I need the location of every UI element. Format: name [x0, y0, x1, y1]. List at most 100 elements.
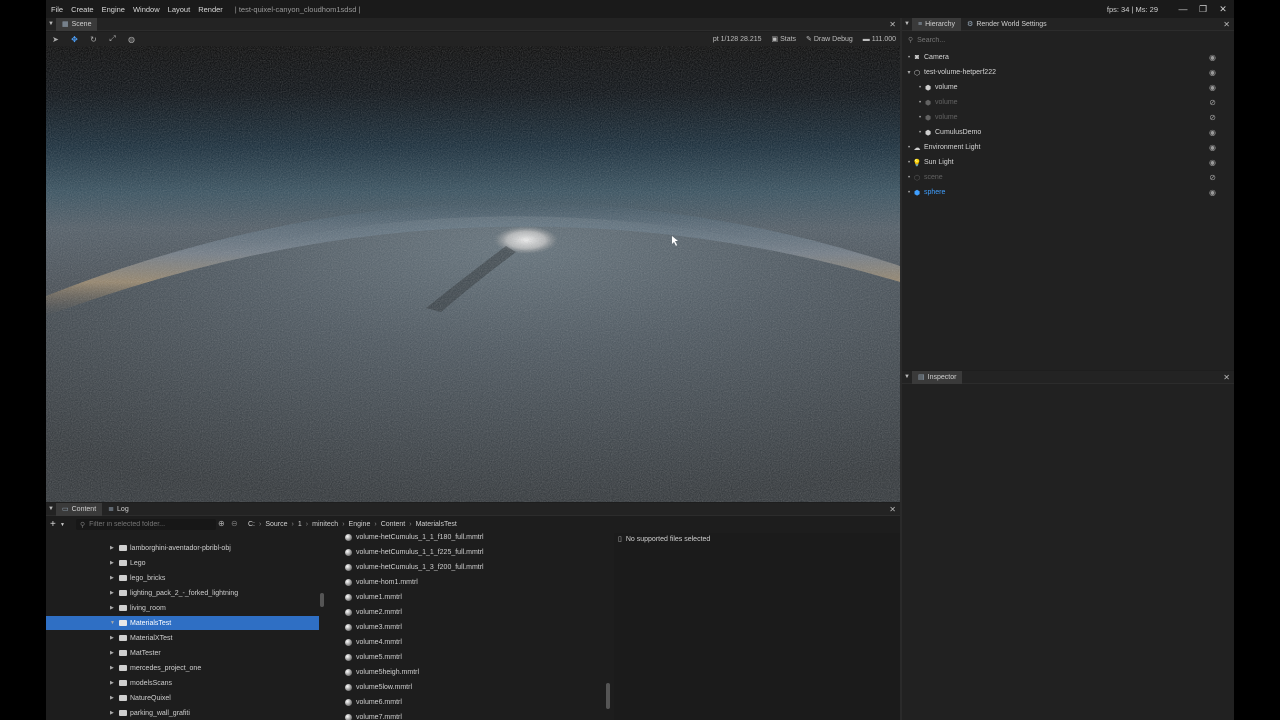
hierarchy-item[interactable]: • ◙ Camera ◉ — [902, 50, 1234, 65]
folder-item[interactable]: ▶ MatTester — [46, 646, 319, 660]
content-close-button[interactable]: ✕ — [889, 503, 896, 516]
folder-item[interactable]: ▶ MaterialXTest — [46, 631, 319, 645]
breadcrumb-item[interactable]: C: — [248, 521, 255, 528]
menu-layout[interactable]: Layout — [164, 5, 195, 14]
folder-item[interactable]: ▶ lighting_pack_2_-_forked_lightning — [46, 586, 319, 600]
draw-debug-button[interactable]: ✎ Draw Debug — [806, 35, 853, 43]
folder-item[interactable]: ▶ parking_wall_grafiti — [46, 706, 319, 720]
hierarchy-item[interactable]: • ⬢ volume ⊘ — [902, 95, 1234, 110]
folder-filter-input[interactable] — [89, 521, 210, 528]
panel-menu-caret-icon[interactable]: ▼ — [902, 374, 912, 380]
file-item[interactable]: volume-hetCumulus_1_3_f200_full.mmtrl — [330, 560, 484, 575]
add-dropdown-icon[interactable]: ▼ — [60, 522, 65, 528]
minimize-button[interactable]: — — [1176, 3, 1190, 15]
file-item[interactable]: volume6.mmtrl — [330, 695, 402, 710]
expand-icon[interactable]: ▶ — [110, 575, 114, 581]
file-item[interactable]: volume4.mmtrl — [330, 635, 402, 650]
file-item[interactable]: volume5heigh.mmtrl — [330, 665, 419, 680]
folder-item[interactable]: ▶ modelsScans — [46, 676, 319, 690]
folder-item[interactable]: ▶ lamborghini-aventador-pbribl-obj — [46, 541, 319, 555]
file-item[interactable]: volume-hom1.mmtrl — [330, 575, 418, 590]
hierarchy-item[interactable]: • ⬢ volume ⊘ — [902, 110, 1234, 125]
world-space-icon[interactable]: ◍ — [122, 35, 141, 44]
hierarchy-item[interactable]: ▾ ⬡ test-volume-hetperf222 ◉ — [902, 65, 1234, 80]
expand-icon[interactable]: ▶ — [110, 665, 114, 671]
breadcrumb-item[interactable]: 1 — [298, 521, 302, 528]
inspector-close-button[interactable]: ✕ — [1223, 371, 1230, 384]
file-list-scrollbar[interactable] — [606, 683, 610, 709]
rotate-tool-icon[interactable]: ↻ — [84, 35, 103, 44]
eye-icon[interactable]: ◉ — [1209, 188, 1216, 197]
menu-render[interactable]: Render — [194, 5, 227, 14]
move-tool-icon[interactable]: ✥ — [65, 35, 84, 44]
breadcrumb-item[interactable]: Content — [381, 521, 406, 528]
eye-closed-icon[interactable]: ⊘ — [1209, 113, 1216, 122]
file-item[interactable]: volume-hetCumulus_1_1_f225_full.mmtrl — [330, 545, 484, 560]
expand-icon[interactable]: ▶ — [110, 545, 114, 551]
add-button[interactable]: + — [50, 519, 56, 530]
eye-closed-icon[interactable]: ⊘ — [1209, 98, 1216, 107]
expand-icon[interactable]: ▶ — [110, 650, 114, 656]
expand-icon[interactable]: ▶ — [110, 590, 114, 596]
file-item[interactable]: volume7.mmtrl — [330, 710, 402, 720]
menu-window[interactable]: Window — [129, 5, 164, 14]
hierarchy-search-input[interactable] — [917, 36, 1168, 44]
folder-item[interactable]: ▶ Lego — [46, 556, 319, 570]
panel-menu-caret-icon[interactable]: ▼ — [46, 506, 56, 512]
expand-icon[interactable]: ▶ — [110, 710, 114, 716]
restore-button[interactable]: ❐ — [1196, 3, 1210, 15]
expand-icon[interactable]: ▶ — [110, 560, 114, 566]
menu-file[interactable]: File — [46, 5, 67, 14]
folder-item[interactable]: ▼ MaterialsTest — [46, 616, 319, 630]
hierarchy-item[interactable]: • 💡 Sun Light ◉ — [902, 155, 1234, 170]
eye-icon[interactable]: ◉ — [1209, 143, 1216, 152]
vertical-splitter[interactable] — [900, 18, 902, 720]
eye-closed-icon[interactable]: ⊘ — [1209, 173, 1216, 182]
tab-scene[interactable]: ▦ Scene — [56, 17, 98, 31]
scene-close-button[interactable]: ✕ — [889, 18, 896, 31]
expand-icon[interactable]: ▶ — [110, 635, 114, 641]
menu-engine[interactable]: Engine — [98, 5, 129, 14]
expand-icon[interactable]: ▶ — [110, 680, 114, 686]
file-item[interactable]: volume2.mmtrl — [330, 605, 402, 620]
file-item[interactable]: volume3.mmtrl — [330, 620, 402, 635]
file-item[interactable]: volume-hetCumulus_1_1_f180_full.mmtrl — [330, 533, 484, 545]
eye-icon[interactable]: ◉ — [1209, 158, 1216, 167]
folder-tree-scrollbar[interactable] — [320, 593, 324, 607]
file-item[interactable]: volume5low.mmtrl — [330, 680, 412, 695]
eye-icon[interactable]: ◉ — [1209, 128, 1216, 137]
hierarchy-close-button[interactable]: ✕ — [1223, 18, 1230, 31]
hierarchy-item[interactable]: • ⬢ volume ◉ — [902, 80, 1234, 95]
folder-item[interactable]: ▶ mercedes_project_one — [46, 661, 319, 675]
stats-button[interactable]: ▣ Stats — [772, 35, 797, 43]
tab-hierarchy[interactable]: ≡ Hierarchy — [912, 17, 962, 31]
hierarchy-item[interactable]: • ⬢ CumulusDemo ◉ — [902, 125, 1234, 140]
file-item[interactable]: volume5.mmtrl — [330, 650, 402, 665]
folder-item[interactable]: ▶ living_room — [46, 601, 319, 615]
eye-icon[interactable]: ◉ — [1209, 53, 1216, 62]
scale-tool-icon[interactable]: ⤢ — [103, 34, 122, 44]
breadcrumb-item[interactable]: Source — [265, 521, 287, 528]
file-item[interactable]: volume1.mmtrl — [330, 590, 402, 605]
back-icon[interactable]: ⊕ — [218, 519, 225, 528]
scene-viewport[interactable] — [46, 46, 900, 502]
tab-content[interactable]: ▭ Content — [56, 502, 103, 516]
close-window-button[interactable]: ✕ — [1216, 3, 1230, 15]
tab-inspector[interactable]: ▤ Inspector — [912, 370, 963, 384]
eye-icon[interactable]: ◉ — [1209, 68, 1216, 77]
hierarchy-item[interactable]: • ⬢ sphere ◉ — [902, 185, 1234, 200]
eye-icon[interactable]: ◉ — [1209, 83, 1216, 92]
panel-menu-caret-icon[interactable]: ▼ — [902, 21, 912, 27]
hierarchy-item[interactable]: • ⬡ scene ⊘ — [902, 170, 1234, 185]
panel-menu-caret-icon[interactable]: ▼ — [46, 21, 56, 27]
breadcrumb-item[interactable]: Engine — [349, 521, 371, 528]
breadcrumb-item[interactable]: minitech — [312, 521, 338, 528]
hierarchy-item[interactable]: • ☁ Environment Light ◉ — [902, 140, 1234, 155]
folder-item[interactable]: ▶ lego_bricks — [46, 571, 319, 585]
tab-render-world-settings[interactable]: ⚙ Render World Settings — [961, 18, 1053, 31]
expand-icon[interactable]: ▶ — [110, 605, 114, 611]
menu-create[interactable]: Create — [67, 5, 98, 14]
expand-icon[interactable]: ▶ — [110, 695, 114, 701]
tab-log[interactable]: ≣ Log — [102, 503, 135, 516]
select-tool-icon[interactable]: ➤ — [46, 35, 65, 44]
